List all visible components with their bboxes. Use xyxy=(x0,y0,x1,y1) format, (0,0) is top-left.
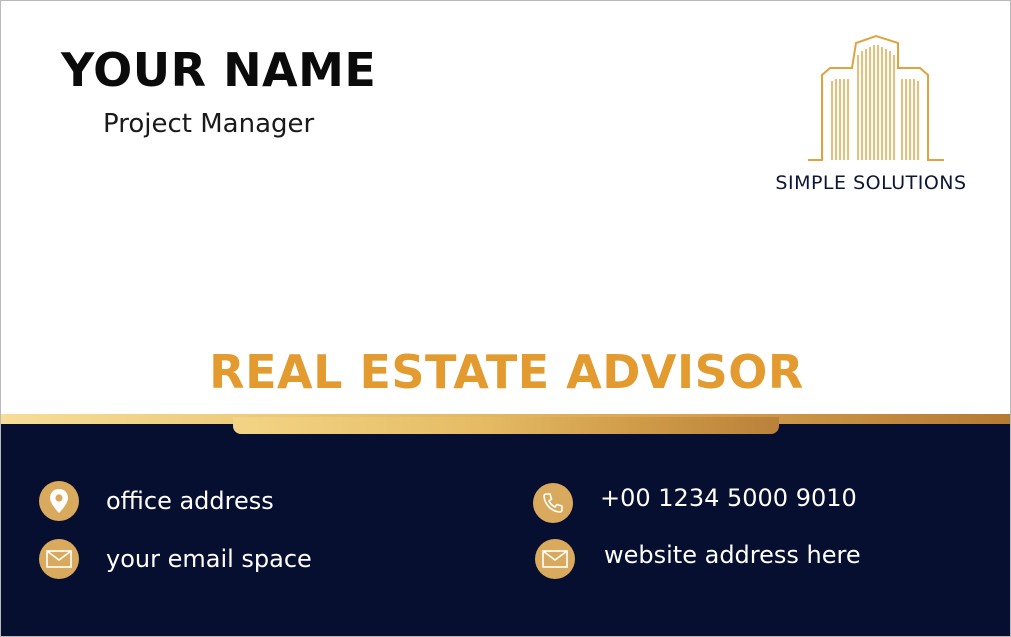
business-card: YOUR NAME Project Manager SIMPLE SOLUTIO… xyxy=(0,0,1011,637)
phone-text: +00 1234 5000 9010 xyxy=(600,484,857,512)
headline-title: REAL ESTATE ADVISOR xyxy=(209,345,804,399)
contact-footer xyxy=(1,424,1010,636)
envelope-icon xyxy=(535,539,575,579)
contact-address: office address xyxy=(39,481,274,521)
address-text: office address xyxy=(106,487,274,515)
email-text: your email space xyxy=(106,545,312,573)
gold-divider-tab xyxy=(233,417,779,434)
job-title: Project Manager xyxy=(103,109,315,139)
website-text: website address here xyxy=(604,541,861,569)
building-logo-icon xyxy=(808,34,944,161)
phone-icon xyxy=(533,483,573,523)
contact-website: website address here xyxy=(535,539,861,579)
person-name: YOUR NAME xyxy=(61,43,377,97)
envelope-icon xyxy=(39,539,79,579)
contact-phone: +00 1234 5000 9010 xyxy=(533,483,857,523)
contact-email: your email space xyxy=(39,539,312,579)
company-name: SIMPLE SOLUTIONS xyxy=(775,172,967,194)
location-pin-icon xyxy=(39,481,79,521)
